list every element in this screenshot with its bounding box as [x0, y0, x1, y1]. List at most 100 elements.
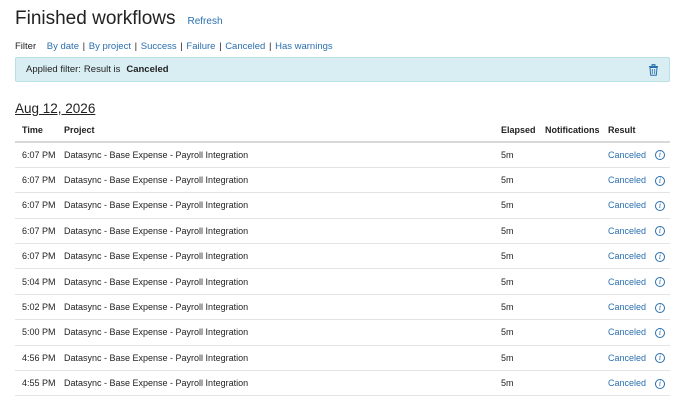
- row-info[interactable]: i: [655, 294, 670, 321]
- filter-separator: |: [79, 41, 88, 52]
- filter-canceled[interactable]: Canceled: [225, 41, 265, 52]
- info-icon[interactable]: i: [655, 302, 665, 313]
- row-info[interactable]: i: [655, 345, 670, 372]
- row-time: 5:00 PM: [15, 319, 64, 346]
- filter-has-warnings[interactable]: Has warnings: [275, 41, 333, 52]
- row-project: Datasync - Base Expense - Payroll Integr…: [64, 167, 501, 194]
- row-result-link[interactable]: Canceled: [608, 268, 655, 295]
- row-result-link[interactable]: Canceled: [608, 142, 655, 168]
- row-project: Datasync - Base Expense - Payroll Integr…: [64, 218, 501, 245]
- row-info[interactable]: i: [655, 167, 670, 194]
- row-result-link[interactable]: Canceled: [608, 294, 655, 321]
- column-elapsed: Elapsed: [501, 119, 545, 143]
- row-elapsed: 5m: [501, 142, 545, 168]
- row-notifications: [545, 192, 608, 219]
- info-icon[interactable]: i: [655, 150, 665, 161]
- filter-label: Filter: [15, 41, 37, 52]
- table-row[interactable]: 5:00 PM Datasync - Base Expense - Payroll…: [15, 319, 670, 346]
- row-elapsed: 5m: [501, 345, 545, 372]
- row-time: 4:56 PM: [15, 345, 64, 372]
- filter-failure[interactable]: Failure: [186, 41, 215, 52]
- filter-separator: |: [266, 41, 275, 52]
- row-result-link[interactable]: Canceled: [608, 345, 655, 372]
- row-notifications: [545, 167, 608, 194]
- info-icon[interactable]: i: [655, 200, 665, 211]
- filter-by-date[interactable]: By date: [47, 41, 79, 52]
- trash-icon[interactable]: [648, 64, 659, 76]
- page-header: Finished workflows Refresh: [15, 8, 223, 30]
- row-result-link[interactable]: Canceled: [608, 218, 655, 245]
- info-icon[interactable]: i: [655, 378, 665, 389]
- applied-filter-banner: Applied filter: Result is Canceled: [15, 57, 670, 82]
- column-time: Time: [15, 119, 64, 143]
- table-row[interactable]: 5:02 PM Datasync - Base Expense - Payroll…: [15, 294, 670, 321]
- row-project: Datasync - Base Expense - Payroll Integr…: [64, 345, 501, 372]
- info-icon[interactable]: i: [655, 251, 665, 262]
- filter-success[interactable]: Success: [141, 41, 177, 52]
- refresh-link[interactable]: Refresh: [188, 16, 223, 27]
- row-info[interactable]: i: [655, 192, 670, 219]
- applied-filter-field: Result is: [83, 64, 121, 75]
- page-title: Finished workflows: [15, 8, 176, 29]
- row-notifications: [545, 294, 608, 321]
- row-time: 6:07 PM: [15, 192, 64, 219]
- workflows-table: Time Project Elapsed Notifications Resul…: [15, 119, 670, 397]
- table-row[interactable]: 5:04 PM Datasync - Base Expense - Payroll…: [15, 268, 670, 295]
- row-time: 5:04 PM: [15, 268, 64, 295]
- filter-bar: Filter By date | By project | Success | …: [15, 41, 333, 52]
- column-project: Project: [64, 119, 501, 143]
- row-time: 6:07 PM: [15, 243, 64, 270]
- row-result-link[interactable]: Canceled: [608, 370, 655, 397]
- row-time: 5:02 PM: [15, 294, 64, 321]
- row-elapsed: 5m: [501, 370, 545, 397]
- row-elapsed: 5m: [501, 268, 545, 295]
- row-project: Datasync - Base Expense - Payroll Integr…: [64, 294, 501, 321]
- info-icon[interactable]: i: [655, 277, 665, 288]
- row-info[interactable]: i: [655, 218, 670, 245]
- table-row[interactable]: 4:56 PM Datasync - Base Expense - Payroll…: [15, 345, 670, 372]
- row-time: 4:55 PM: [15, 370, 64, 397]
- row-info[interactable]: i: [655, 370, 670, 397]
- row-info[interactable]: i: [655, 319, 670, 346]
- row-project: Datasync - Base Expense - Payroll Integr…: [64, 319, 501, 346]
- info-icon[interactable]: i: [655, 175, 665, 186]
- filter-separator: |: [216, 41, 225, 52]
- table-row[interactable]: 6:07 PM Datasync - Base Expense - Payroll…: [15, 192, 670, 219]
- info-icon[interactable]: i: [655, 353, 665, 364]
- column-result: Result: [608, 119, 655, 143]
- row-result-link[interactable]: Canceled: [608, 192, 655, 219]
- row-project: Datasync - Base Expense - Payroll Integr…: [64, 370, 501, 397]
- info-icon[interactable]: i: [655, 327, 665, 338]
- applied-filter-value: Canceled: [126, 64, 169, 75]
- info-icon[interactable]: i: [655, 226, 665, 237]
- row-info[interactable]: i: [655, 268, 670, 295]
- table-row[interactable]: 6:07 PM Datasync - Base Expense - Payroll…: [15, 142, 670, 168]
- row-info[interactable]: i: [655, 243, 670, 270]
- row-project: Datasync - Base Expense - Payroll Integr…: [64, 268, 501, 295]
- row-elapsed: 5m: [501, 192, 545, 219]
- table-row[interactable]: 4:55 PM Datasync - Base Expense - Payroll…: [15, 370, 670, 397]
- row-project: Datasync - Base Expense - Payroll Integr…: [64, 142, 501, 168]
- row-result-link[interactable]: Canceled: [608, 319, 655, 346]
- row-elapsed: 5m: [501, 319, 545, 346]
- column-info: [655, 119, 670, 143]
- row-elapsed: 5m: [501, 243, 545, 270]
- row-notifications: [545, 218, 608, 245]
- filter-separator: |: [131, 41, 140, 52]
- table-header-row: Time Project Elapsed Notifications Resul…: [15, 119, 670, 143]
- row-notifications: [545, 142, 608, 168]
- row-elapsed: 5m: [501, 294, 545, 321]
- table-row[interactable]: 6:07 PM Datasync - Base Expense - Payroll…: [15, 218, 670, 245]
- row-result-link[interactable]: Canceled: [608, 167, 655, 194]
- filter-by-project[interactable]: By project: [89, 41, 131, 52]
- row-info[interactable]: i: [655, 142, 670, 168]
- row-notifications: [545, 370, 608, 397]
- filter-separator: |: [177, 41, 186, 52]
- applied-filter-prefix: Applied filter:: [26, 64, 81, 75]
- row-time: 6:07 PM: [15, 142, 64, 168]
- table-row[interactable]: 6:07 PM Datasync - Base Expense - Payroll…: [15, 243, 670, 270]
- row-result-link[interactable]: Canceled: [608, 243, 655, 270]
- table-row[interactable]: 6:07 PM Datasync - Base Expense - Payroll…: [15, 167, 670, 194]
- row-time: 6:07 PM: [15, 167, 64, 194]
- date-heading: Aug 12, 2026: [15, 101, 96, 116]
